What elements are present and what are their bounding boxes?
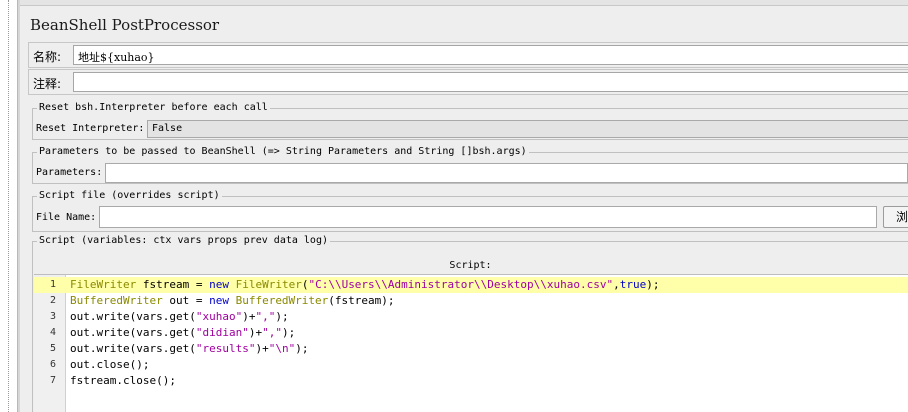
line-number: 1 <box>49 279 56 290</box>
code-token: )+ <box>242 310 256 323</box>
code-token: FileWriter <box>70 278 137 291</box>
line-number: 6 <box>49 359 56 370</box>
code-token: BufferedWriter <box>235 294 329 307</box>
code-token: "xuhao" <box>195 310 243 323</box>
name-label: 名称: <box>33 50 62 64</box>
code-token: fstream = <box>136 278 210 291</box>
script-group-legend: Script (variables: ctx vars props prev d… <box>37 235 330 247</box>
code-token: )+ <box>255 342 269 355</box>
test-plan-tree-strip[interactable] <box>0 0 20 412</box>
script-editor[interactable]: 1 FileWriter fstream = new FileWriter("C:… <box>34 274 908 412</box>
code-token: BufferedWriter <box>70 294 163 307</box>
parameters-group-legend: Parameters to be passed to BeanShell (=>… <box>37 146 529 158</box>
code-line[interactable]: 2 BufferedWriter out = new BufferedWriter… <box>34 293 908 309</box>
beanshell-postprocessor-panel: BeanShell PostProcessor 名称: 地址${xuhao} 注… <box>0 0 908 412</box>
code-token: ); <box>281 326 296 339</box>
code-token: "," <box>262 326 282 339</box>
tree-connector-line <box>8 0 9 412</box>
code-token: "\n" <box>268 342 296 355</box>
line-code: out.write(vars.get("results")+"\n"); <box>70 341 308 357</box>
code-line[interactable]: 5 out.write(vars.get("results")+"\n"); <box>34 341 908 357</box>
reset-interpreter-group: Reset bsh.Interpreter before each call R… <box>32 102 908 140</box>
code-token: "didian" <box>195 326 249 339</box>
code-line[interactable]: 1 FileWriter fstream = new FileWriter("C:… <box>34 277 908 293</box>
code-token: "," <box>255 310 276 323</box>
panel-title: BeanShell PostProcessor <box>30 16 220 34</box>
code-token: out = <box>162 294 210 307</box>
code-token: )+ <box>248 326 263 339</box>
script-group: Script (variables: ctx vars props prev d… <box>32 235 908 412</box>
code-token: , <box>613 278 620 291</box>
parameters-input[interactable] <box>105 163 908 183</box>
line-code: out.write(vars.get("didian")+","); <box>70 325 295 341</box>
comment-row: 注释: <box>28 69 908 95</box>
reset-interpreter-label: Reset Interpreter: <box>36 123 145 134</box>
splitter-handle[interactable] <box>17 0 20 412</box>
code-token: out.close(); <box>70 358 150 371</box>
script-caption: Script: <box>449 260 492 271</box>
reset-interpreter-select[interactable]: False <box>147 120 908 138</box>
file-name-input[interactable] <box>99 206 877 228</box>
line-code: out.write(vars.get("xuhao")+","); <box>70 309 289 325</box>
comment-input[interactable] <box>73 72 908 92</box>
file-name-label: File Name: <box>36 212 97 223</box>
code-token: ); <box>275 310 289 323</box>
code-line[interactable]: 6 out.close(); <box>34 357 908 373</box>
reset-group-legend: Reset bsh.Interpreter before each call <box>37 102 270 114</box>
code-token: ); <box>646 278 660 291</box>
code-token: "results" <box>195 342 256 355</box>
code-token: true <box>619 278 647 291</box>
browse-button[interactable]: 浏览... <box>883 206 908 228</box>
line-number: 3 <box>49 311 56 322</box>
top-border <box>20 0 908 6</box>
script-file-group: Script file (overrides script) File Name… <box>32 190 908 232</box>
name-row: 名称: 地址${xuhao} <box>28 42 908 68</box>
code-token: out.write(vars.get( <box>70 310 196 323</box>
code-token: "C:\\Users\\Administrator\\Desktop\\xuha… <box>308 278 614 291</box>
code-token: FileWriter <box>235 278 302 291</box>
script-file-group-legend: Script file (overrides script) <box>37 190 222 202</box>
reset-interpreter-value: False <box>152 123 183 134</box>
name-input[interactable]: 地址${xuhao} <box>73 45 908 65</box>
code-token: out.write(vars.get( <box>70 342 196 355</box>
code-line[interactable]: 3 out.write(vars.get("xuhao")+","); <box>34 309 908 325</box>
code-token: new <box>209 294 229 307</box>
code-token: new <box>209 278 229 291</box>
line-number: 5 <box>49 343 56 354</box>
line-code: FileWriter fstream = new FileWriter("C:\… <box>70 277 659 293</box>
line-code: fstream.close(); <box>70 373 176 389</box>
comment-label: 注释: <box>33 77 62 91</box>
parameters-group: Parameters to be passed to BeanShell (=>… <box>32 146 908 184</box>
code-token: out.write(vars.get( <box>70 326 196 339</box>
parameters-label: Parameters: <box>36 167 103 178</box>
line-code: out.close(); <box>70 357 149 373</box>
line-code: BufferedWriter out = new BufferedWriter(… <box>70 293 395 309</box>
line-number: 7 <box>49 375 56 386</box>
line-number: 4 <box>49 327 56 338</box>
code-token: ); <box>295 342 309 355</box>
line-number: 2 <box>49 295 56 306</box>
code-line[interactable]: 4 out.write(vars.get("didian")+","); <box>34 325 908 341</box>
code-token: fstream.close(); <box>70 374 176 387</box>
code-line[interactable]: 7 fstream.close(); <box>34 373 908 389</box>
code-token: (fstream); <box>328 294 395 307</box>
